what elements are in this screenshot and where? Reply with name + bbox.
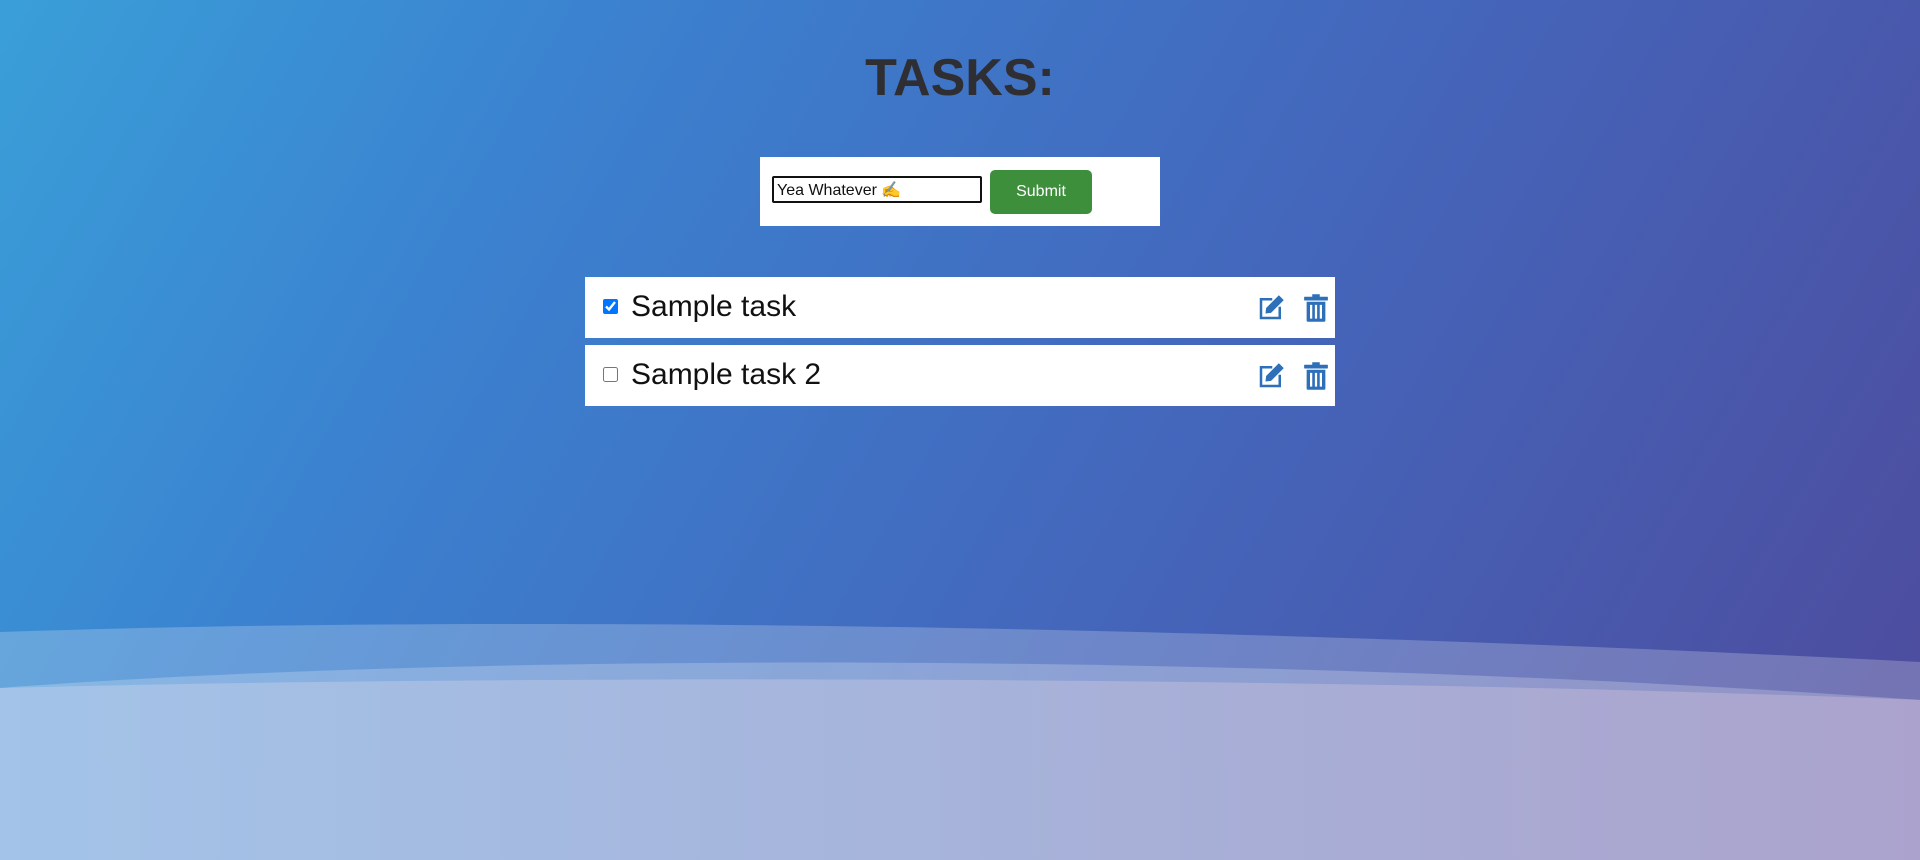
task-row: Sample task 2 — [585, 345, 1335, 406]
page-title: TASKS: — [865, 49, 1055, 107]
edit-icon[interactable] — [1256, 361, 1286, 391]
task-label: Sample task — [631, 290, 797, 323]
edit-icon[interactable] — [1256, 293, 1286, 323]
task-checkbox[interactable] — [603, 299, 618, 314]
trash-icon[interactable] — [1301, 361, 1331, 391]
task-label: Sample task 2 — [631, 358, 822, 391]
trash-icon[interactable] — [1301, 293, 1331, 323]
task-checkbox[interactable] — [603, 367, 618, 382]
background-waves — [0, 623, 1920, 860]
submit-button[interactable]: Submit — [990, 170, 1092, 214]
task-row: Sample task — [585, 277, 1335, 338]
add-task-form: Submit — [760, 157, 1160, 226]
task-input[interactable] — [772, 176, 982, 203]
